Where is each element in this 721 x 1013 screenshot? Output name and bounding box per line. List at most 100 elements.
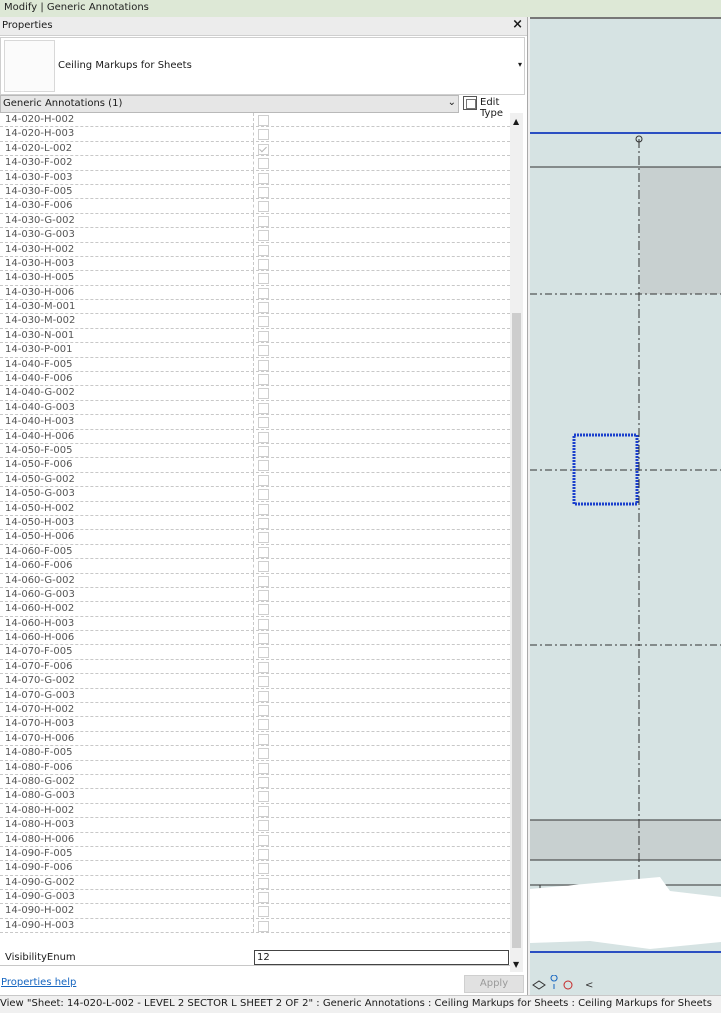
scroll-left-icon[interactable]: < — [585, 980, 593, 991]
checkbox[interactable] — [258, 230, 269, 242]
parameter-name: 14-050-F-006 — [5, 459, 73, 471]
scrollbar-thumb[interactable] — [512, 313, 521, 948]
checkbox[interactable] — [258, 302, 269, 314]
parameter-grid: 14-020-H-002 14-020-H-003 14-020-L-002 14-0… — [0, 113, 510, 954]
drawing-canvas[interactable]: < — [530, 17, 721, 995]
status-bar: View "Sheet: 14-020-L-002 - LEVEL 2 SECT… — [0, 995, 721, 1013]
checkbox[interactable] — [258, 762, 269, 774]
checkbox[interactable] — [258, 503, 269, 515]
checkbox[interactable] — [258, 388, 269, 400]
scroll-down-icon[interactable]: ▼ — [513, 960, 519, 969]
checkbox[interactable] — [258, 920, 269, 932]
checkbox[interactable] — [258, 877, 269, 889]
checkbox[interactable] — [258, 791, 269, 803]
checkbox[interactable] — [258, 186, 269, 198]
checkbox[interactable] — [258, 244, 269, 256]
checkbox[interactable] — [258, 431, 269, 443]
parameter-name: 14-030-F-002 — [5, 157, 73, 169]
table-row: 14-030-P-001 — [0, 343, 510, 358]
checkbox[interactable] — [258, 215, 269, 227]
checkbox[interactable] — [258, 115, 269, 126]
checkbox[interactable] — [258, 589, 269, 601]
pin-icon[interactable] — [550, 975, 558, 989]
grid-scrollbar[interactable]: ▲ ▼ — [510, 113, 523, 973]
parameter-name: 14-070-G-003 — [5, 689, 75, 701]
parameter-name: 14-090-H-002 — [5, 905, 75, 917]
checkbox[interactable] — [258, 330, 269, 342]
properties-help-link[interactable]: Properties help — [1, 977, 76, 988]
checkbox[interactable] — [258, 733, 269, 745]
checkbox[interactable] — [258, 676, 269, 688]
checkbox[interactable] — [258, 719, 269, 731]
column-separator — [253, 113, 254, 127]
checkbox[interactable] — [258, 201, 269, 213]
checkbox[interactable] — [258, 316, 269, 328]
checkbox[interactable] — [258, 345, 269, 357]
checkbox[interactable] — [258, 359, 269, 371]
checkbox[interactable] — [258, 158, 269, 170]
checkbox[interactable] — [258, 575, 269, 587]
checkbox[interactable] — [258, 618, 269, 630]
checkbox[interactable] — [258, 834, 269, 846]
type-selector[interactable]: Ceiling Markups for Sheets ▾ — [0, 37, 525, 95]
checkbox[interactable] — [258, 517, 269, 529]
checkbox[interactable] — [258, 848, 269, 860]
column-separator — [253, 645, 254, 659]
close-icon[interactable]: × — [512, 17, 523, 32]
table-row: 14-090-F-006 — [0, 861, 510, 876]
table-row: 14-050-H-003 — [0, 515, 510, 531]
checkbox[interactable] — [258, 705, 269, 717]
parameter-name: 14-060-G-002 — [5, 574, 75, 586]
checkbox[interactable] — [258, 647, 269, 659]
checkbox[interactable] — [258, 445, 269, 457]
column-separator — [253, 789, 254, 803]
instance-filter-dropdown[interactable]: Generic Annotations (1) ⌄ — [0, 95, 459, 113]
checkbox[interactable] — [258, 129, 269, 141]
scroll-up-icon[interactable]: ▲ — [513, 117, 519, 126]
column-separator — [253, 228, 254, 242]
checkbox[interactable] — [258, 417, 269, 429]
checkbox[interactable] — [258, 633, 269, 645]
parameter-name: 14-070-H-003 — [5, 718, 75, 730]
checkbox[interactable] — [258, 532, 269, 544]
checkbox[interactable] — [258, 748, 269, 760]
chevron-down-icon[interactable]: ▾ — [518, 60, 522, 69]
checkbox[interactable] — [258, 561, 269, 573]
checkbox[interactable] — [258, 690, 269, 702]
filter-label: Generic Annotations (1) — [3, 98, 123, 109]
checkbox[interactable] — [258, 661, 269, 673]
view-cube-icon[interactable] — [532, 980, 546, 990]
chevron-down-icon[interactable]: ⌄ — [448, 97, 456, 108]
checkbox[interactable] — [258, 287, 269, 299]
edit-type-button[interactable]: Edit Type — [463, 95, 523, 119]
table-row: 14-030-F-002 — [0, 156, 510, 171]
type-name: Ceiling Markups for Sheets — [58, 60, 192, 71]
apply-button[interactable]: Apply — [464, 975, 524, 993]
column-separator — [253, 372, 254, 386]
table-row: 14-030-G-003 — [0, 228, 510, 243]
checkbox[interactable] — [258, 258, 269, 270]
reveal-hidden-icon[interactable] — [563, 980, 573, 990]
checkbox[interactable] — [258, 805, 269, 817]
checkbox[interactable] — [258, 143, 269, 155]
checkbox[interactable] — [258, 546, 269, 558]
table-row: 14-060-G-003 — [0, 587, 510, 603]
checkbox[interactable] — [258, 820, 269, 832]
checkbox[interactable] — [258, 273, 269, 285]
checkbox[interactable] — [258, 402, 269, 414]
checkbox[interactable] — [258, 489, 269, 501]
checkbox[interactable] — [258, 460, 269, 472]
checkbox[interactable] — [258, 172, 269, 184]
checkbox[interactable] — [258, 906, 269, 918]
parameter-name: 14-060-F-005 — [5, 545, 73, 557]
checkbox[interactable] — [258, 374, 269, 386]
checkbox[interactable] — [258, 863, 269, 875]
palette-title: Properties — [2, 20, 53, 31]
checkbox[interactable] — [258, 474, 269, 486]
checkbox[interactable] — [258, 776, 269, 788]
visibility-value-field[interactable]: 12 — [254, 950, 509, 965]
table-row: 14-090-H-003 — [0, 918, 510, 934]
checkbox[interactable] — [258, 892, 269, 904]
column-separator — [253, 357, 254, 372]
checkbox[interactable] — [258, 604, 269, 616]
